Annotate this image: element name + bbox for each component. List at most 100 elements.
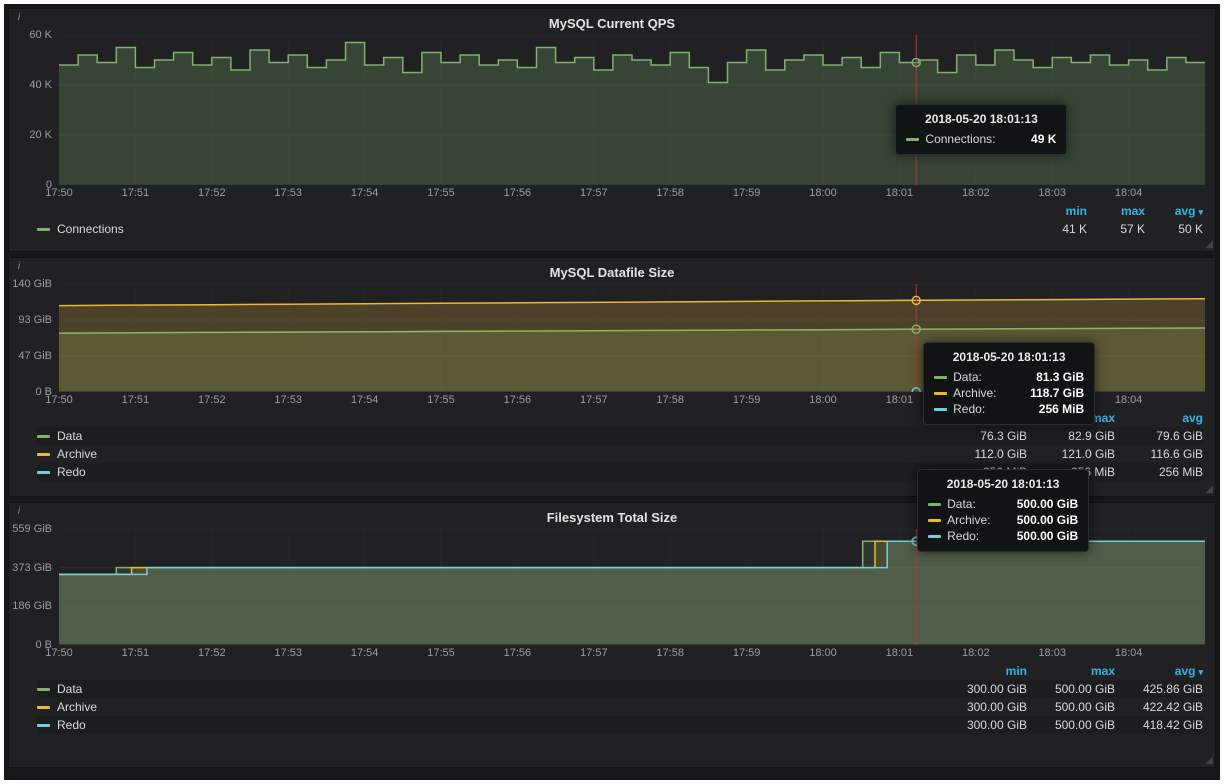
panel-title[interactable]: MySQL Datafile Size xyxy=(9,258,1215,284)
panel-resize-handle[interactable]: ◢ xyxy=(1205,485,1213,495)
tooltip-row: Connections: 49 K xyxy=(906,131,1056,147)
legend-series-name: Archive xyxy=(57,700,97,714)
legend-sort-avg[interactable]: avg▾ xyxy=(1145,204,1203,218)
y-tick-label: 47 GiB xyxy=(18,350,52,362)
x-tick-label: 17:53 xyxy=(274,394,302,406)
x-tick-label: 18:04 xyxy=(1115,647,1143,659)
legend-sort-avg-label: avg xyxy=(1175,204,1196,218)
chevron-down-icon: ▾ xyxy=(1198,207,1203,217)
x-tick-label: 17:56 xyxy=(504,187,532,199)
y-tick-label: 559 GiB xyxy=(12,523,52,535)
x-axis-labels: 17:5017:5117:5217:5317:5417:5517:5617:57… xyxy=(59,645,1205,662)
legend-min-value: 300.00 GiB xyxy=(939,682,1027,696)
tooltip-row: Archive: 118.7 GiB xyxy=(934,385,1084,401)
legend: min max avg▾ Data 300.00 GiB 500.00 GiB … xyxy=(9,662,1215,734)
x-tick-label: 17:57 xyxy=(580,647,608,659)
legend-min-value: 300.00 GiB xyxy=(939,718,1027,732)
legend-row: Data 300.00 GiB 500.00 GiB 425.86 GiB xyxy=(37,680,1203,698)
x-tick-label: 17:54 xyxy=(351,394,379,406)
x-tick-label: 18:00 xyxy=(809,647,837,659)
legend-max-value: 500.00 GiB xyxy=(1027,718,1115,732)
legend-series-toggle[interactable]: Connections xyxy=(37,222,1029,236)
y-tick-label: 93 GiB xyxy=(18,314,52,326)
chevron-down-icon: ▾ xyxy=(1198,667,1203,677)
legend-series-toggle[interactable]: Redo xyxy=(37,465,939,479)
legend-sort-avg-label: avg xyxy=(1175,664,1196,678)
legend-avg-value: 422.42 GiB xyxy=(1115,700,1203,714)
series-color-dash xyxy=(37,724,50,727)
legend-avg-value: 116.6 GiB xyxy=(1115,447,1203,461)
tooltip-series-name: Archive: xyxy=(953,386,996,400)
series-fill xyxy=(59,541,1205,645)
x-tick-label: 17:58 xyxy=(656,394,684,406)
x-tick-label: 17:50 xyxy=(45,187,73,199)
legend-min-value: 41 K xyxy=(1029,222,1087,236)
series-color-dash xyxy=(37,453,50,456)
x-tick-label: 17:56 xyxy=(504,394,532,406)
tooltip-series-name: Connections: xyxy=(925,132,995,146)
tooltip-row: Data: 81.3 GiB xyxy=(934,369,1084,385)
legend-series-toggle[interactable]: Redo xyxy=(37,718,939,732)
legend-sort-max[interactable]: max xyxy=(1087,204,1145,218)
x-tick-label: 17:53 xyxy=(274,187,302,199)
legend-sort-max[interactable]: max xyxy=(1027,664,1115,678)
x-tick-label: 17:55 xyxy=(427,647,455,659)
tooltip-series-value: 500.00 GiB xyxy=(1003,529,1078,543)
panel-title[interactable]: MySQL Current QPS xyxy=(9,9,1215,35)
legend-series-name: Redo xyxy=(57,718,86,732)
legend-series-toggle[interactable]: Archive xyxy=(37,700,939,714)
x-tick-label: 18:03 xyxy=(1038,187,1066,199)
legend-sort-avg[interactable]: avg xyxy=(1115,411,1203,425)
tooltip-series-name: Data: xyxy=(947,497,976,511)
legend-sort-min[interactable]: min xyxy=(939,664,1027,678)
tooltip-series-value: 500.00 GiB xyxy=(1003,497,1078,511)
panel-info-icon[interactable]: i xyxy=(12,259,26,273)
x-tick-label: 17:57 xyxy=(580,187,608,199)
x-tick-label: 18:00 xyxy=(809,187,837,199)
legend-avg-value: 418.42 GiB xyxy=(1115,718,1203,732)
x-tick-label: 18:04 xyxy=(1115,187,1143,199)
y-axis-labels: 020 K40 K60 K xyxy=(9,35,59,185)
x-tick-label: 17:59 xyxy=(733,394,761,406)
y-axis-labels: 0 B186 GiB373 GiB559 GiB xyxy=(9,529,59,645)
grafana-dashboard: i MySQL Current QPS 020 K40 K60 K 17:50 1… xyxy=(4,4,1220,780)
legend-avg-value: 425.86 GiB xyxy=(1115,682,1203,696)
tooltip-series-value: 49 K xyxy=(1017,132,1056,146)
x-tick-label: 18:03 xyxy=(1038,647,1066,659)
tooltip-row: Redo: 500.00 GiB xyxy=(928,528,1078,544)
series-color-dash xyxy=(934,408,947,411)
legend-series-name: Archive xyxy=(57,447,97,461)
series-color-dash xyxy=(928,503,941,506)
legend-series-name: Data xyxy=(57,682,82,696)
legend-avg-value: 256 MiB xyxy=(1115,465,1203,479)
legend-min-value: 76.3 GiB xyxy=(939,429,1027,443)
x-tick-label: 17:50 xyxy=(45,647,73,659)
legend-sort-avg[interactable]: avg▾ xyxy=(1115,664,1203,678)
legend-series-toggle[interactable]: Data xyxy=(37,429,939,443)
panel-filesystem-total-size: i Filesystem Total Size 0 B186 GiB373 Gi… xyxy=(8,502,1216,768)
panel-resize-handle[interactable]: ◢ xyxy=(1205,240,1213,250)
x-tick-label: 17:50 xyxy=(45,394,73,406)
panel-resize-handle[interactable]: ◢ xyxy=(1205,756,1213,766)
legend-series-toggle[interactable]: Data xyxy=(37,682,939,696)
y-tick-label: 186 GiB xyxy=(12,600,52,612)
legend: min max avg▾ Connections 41 K 57 K 50 K xyxy=(9,202,1215,238)
x-axis-labels: 17:5017:5117:5217:5317:5417:5517:5617:57… xyxy=(59,185,1205,202)
x-tick-label: 17:56 xyxy=(504,647,532,659)
x-tick-label: 17:52 xyxy=(198,647,226,659)
tooltip-series-value: 256 MiB xyxy=(1025,402,1084,416)
panel-info-icon[interactable]: i xyxy=(12,10,26,24)
legend-series-toggle[interactable]: Archive xyxy=(37,447,939,461)
series-color-dash xyxy=(37,688,50,691)
legend-header: min max avg▾ xyxy=(37,662,1203,680)
legend-max-value: 500.00 GiB xyxy=(1027,700,1115,714)
tooltip-series-value: 500.00 GiB xyxy=(1003,513,1078,527)
y-tick-label: 40 K xyxy=(29,79,52,91)
x-tick-label: 17:59 xyxy=(733,647,761,659)
series-color-dash xyxy=(37,435,50,438)
panel-info-icon[interactable]: i xyxy=(12,504,26,518)
legend-sort-min[interactable]: min xyxy=(1029,204,1087,218)
x-tick-label: 17:53 xyxy=(274,647,302,659)
x-tick-label: 18:02 xyxy=(962,647,990,659)
panel-mysql-qps: i MySQL Current QPS 020 K40 K60 K 17:50 1… xyxy=(8,8,1216,252)
